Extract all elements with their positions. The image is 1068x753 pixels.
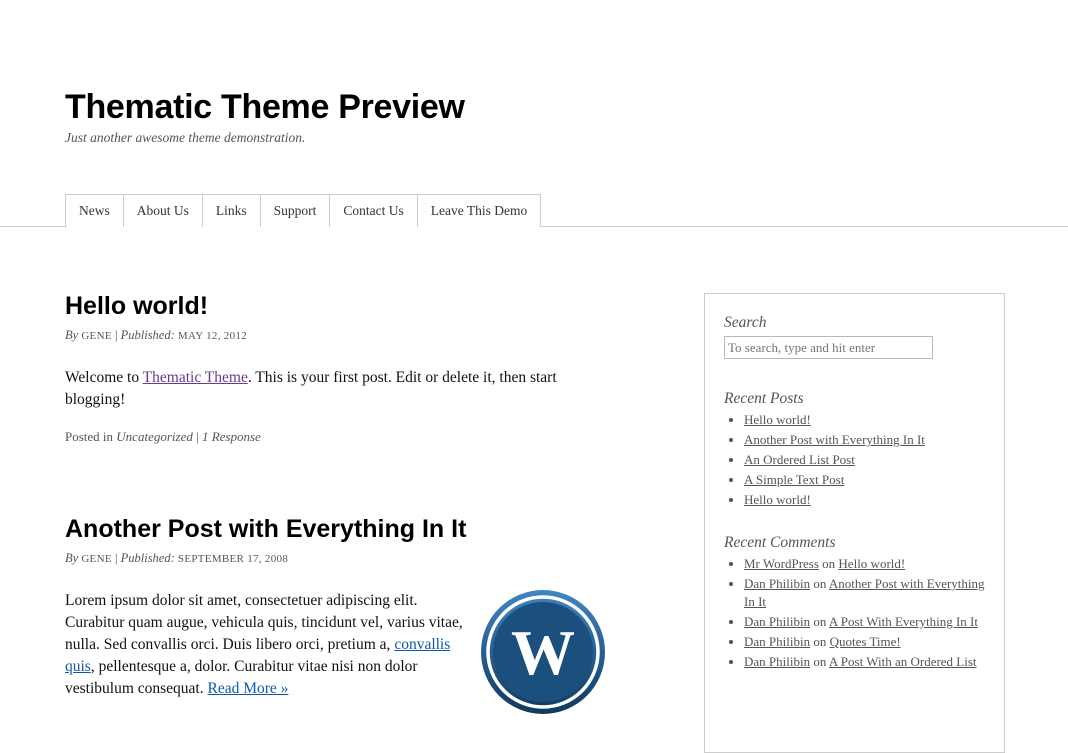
- post-date: MAY 12, 2012: [177, 330, 248, 342]
- on-label: on: [813, 614, 827, 629]
- post-utility: Posted in Uncategorized | 1 Response: [65, 429, 625, 445]
- list-item: Hello world!: [744, 411, 994, 429]
- comment-post-link[interactable]: Quotes Time!: [830, 634, 901, 649]
- recent-post-link[interactable]: Hello world!: [744, 412, 811, 427]
- comment-author-link[interactable]: Mr WordPress: [744, 556, 819, 571]
- by-label: By: [65, 551, 79, 565]
- list-item: Dan Philibin on A Post With Everything I…: [744, 613, 994, 631]
- list-item: Another Post with Everything In It: [744, 431, 994, 449]
- site-description: Just another awesome theme demonstration…: [65, 130, 306, 145]
- on-label: on: [822, 556, 836, 571]
- list-item: Mr WordPress on Hello world!: [744, 555, 994, 573]
- comment-author-link[interactable]: Dan Philibin: [744, 654, 810, 669]
- post-date: SEPTEMBER 17, 2008: [177, 553, 289, 565]
- post-another-post: Another Post with Everything In It By GE…: [65, 513, 625, 714]
- published-label: Published:: [120, 328, 175, 342]
- post-hello-world: Hello world! By GENE | Published: MAY 12…: [65, 290, 625, 445]
- nav-item-news[interactable]: News: [65, 194, 124, 227]
- by-label: By: [65, 328, 79, 342]
- list-item: Dan Philibin on Quotes Time!: [744, 633, 994, 651]
- nav-item-contact-us[interactable]: Contact Us: [330, 194, 418, 227]
- list-item: A Simple Text Post: [744, 471, 994, 489]
- list-item: Dan Philibin on Another Post with Everyt…: [744, 575, 994, 611]
- wordpress-logo-icon: W: [481, 590, 605, 714]
- recent-comments-list: Mr WordPress on Hello world! Dan Philibi…: [724, 555, 994, 671]
- comments-link[interactable]: 1 Response: [202, 429, 261, 444]
- site-title[interactable]: Thematic Theme Preview: [65, 88, 465, 127]
- recent-posts-widget: Recent Posts Hello world! Another Post w…: [724, 390, 994, 511]
- post-content: Welcome to Thematic Theme. This is your …: [65, 367, 605, 411]
- nav-item-about-us[interactable]: About Us: [123, 194, 203, 227]
- post-content: Lorem ipsum dolor sit amet, consectetuer…: [65, 590, 465, 700]
- list-item: Dan Philibin on A Post With an Ordered L…: [744, 653, 994, 671]
- comment-author-link[interactable]: Dan Philibin: [744, 634, 810, 649]
- utility-separator: |: [196, 429, 199, 444]
- nav-item-leave-this-demo[interactable]: Leave This Demo: [417, 194, 542, 227]
- recent-post-link[interactable]: Hello world!: [744, 492, 811, 507]
- meta-separator: |: [114, 551, 118, 565]
- recent-posts-list: Hello world! Another Post with Everythin…: [724, 411, 994, 509]
- recent-post-link[interactable]: Another Post with Everything In It: [744, 432, 925, 447]
- category-link[interactable]: Uncategorized: [116, 429, 193, 444]
- list-item: An Ordered List Post: [744, 451, 994, 469]
- comment-post-link[interactable]: Hello world!: [838, 556, 905, 571]
- thematic-theme-link[interactable]: Thematic Theme: [143, 369, 248, 386]
- recent-post-link[interactable]: An Ordered List Post: [744, 452, 855, 467]
- widget-title: Recent Posts: [724, 390, 804, 407]
- comment-author-link[interactable]: Dan Philibin: [744, 614, 810, 629]
- post-meta: By GENE | Published: SEPTEMBER 17, 2008: [65, 549, 625, 568]
- on-label: on: [813, 654, 827, 669]
- on-label: on: [813, 576, 827, 591]
- main-navigation: News About Us Links Support Contact Us L…: [65, 194, 542, 227]
- sidebar: Search Recent Posts Hello world! Another…: [704, 293, 1005, 753]
- search-input[interactable]: [724, 336, 933, 359]
- widget-title: Recent Comments: [724, 534, 836, 551]
- comment-author-link[interactable]: Dan Philibin: [744, 576, 810, 591]
- svg-text:W: W: [511, 617, 575, 688]
- search-widget: Search: [724, 314, 933, 359]
- widget-title: Search: [724, 314, 767, 331]
- nav-item-links[interactable]: Links: [202, 194, 261, 227]
- comment-post-link[interactable]: A Post With an Ordered List: [829, 654, 977, 669]
- content-text: Welcome to: [65, 369, 143, 386]
- recent-post-link[interactable]: A Simple Text Post: [744, 472, 844, 487]
- posted-in-label: Posted in: [65, 429, 114, 444]
- read-more-link[interactable]: Read More »: [208, 680, 289, 697]
- post-author[interactable]: GENE: [81, 553, 112, 565]
- list-item: Hello world!: [744, 491, 994, 509]
- recent-comments-widget: Recent Comments Mr WordPress on Hello wo…: [724, 534, 994, 673]
- comment-post-link[interactable]: A Post With Everything In It: [829, 614, 978, 629]
- post-title[interactable]: Another Post with Everything In It: [65, 513, 625, 545]
- post-author[interactable]: GENE: [81, 330, 112, 342]
- published-label: Published:: [120, 551, 175, 565]
- meta-separator: |: [114, 328, 118, 342]
- post-title[interactable]: Hello world!: [65, 290, 625, 322]
- nav-item-support[interactable]: Support: [260, 194, 331, 227]
- on-label: on: [813, 634, 827, 649]
- post-meta: By GENE | Published: MAY 12, 2012: [65, 326, 625, 345]
